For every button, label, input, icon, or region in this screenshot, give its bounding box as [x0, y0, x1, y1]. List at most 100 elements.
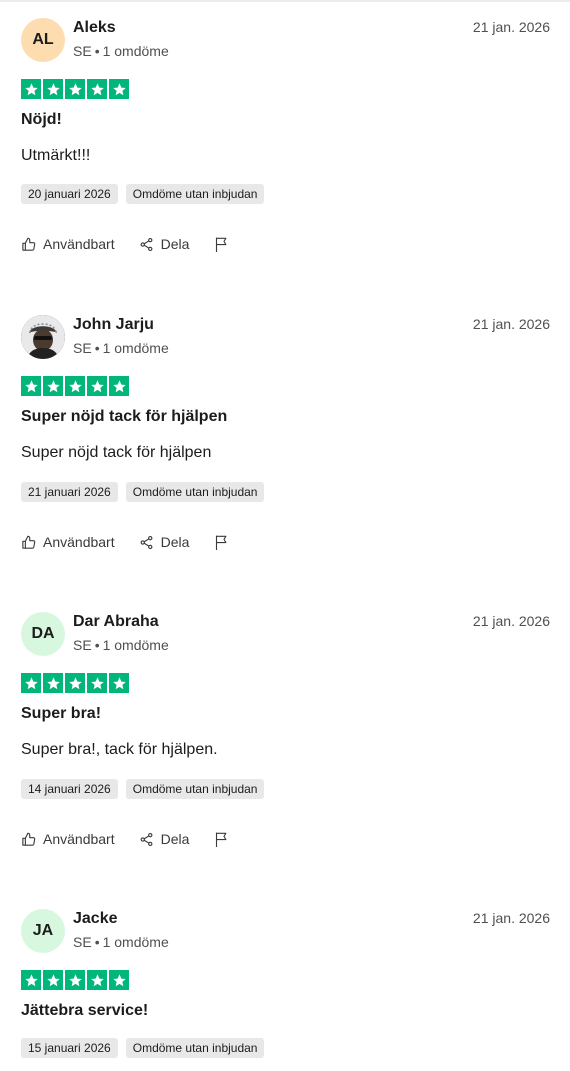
unprompted-review-badge[interactable]: Omdöme utan inbjudan: [125, 779, 265, 799]
meta-separator: •: [94, 637, 100, 653]
star-icon: [109, 970, 129, 990]
star-icon: [21, 970, 41, 990]
star-icon: [43, 79, 63, 99]
review-actions: Användbart Dela: [21, 234, 229, 254]
reviewer-meta: SE • 1 omdöme: [73, 340, 169, 356]
share-button[interactable]: Dela: [139, 534, 190, 550]
top-divider: [0, 0, 570, 2]
thumbs-up-icon: [22, 237, 36, 251]
reviewer-meta: SE • 1 omdöme: [73, 934, 169, 950]
share-label: Dela: [160, 534, 190, 550]
share-icon: [140, 535, 153, 549]
star-icon: [21, 79, 41, 99]
share-label: Dela: [160, 831, 190, 847]
reviewer-review-count: 1 omdöme: [102, 340, 169, 356]
unprompted-review-badge[interactable]: Omdöme utan inbjudan: [125, 184, 265, 204]
flag-icon: [216, 535, 227, 550]
review-actions: Användbart Dela: [21, 829, 229, 849]
meta-separator: •: [94, 934, 100, 950]
star-rating: [21, 673, 129, 693]
review-body: Utmärkt!!!: [21, 147, 91, 164]
share-button[interactable]: Dela: [139, 236, 190, 252]
helpful-label: Användbart: [43, 534, 115, 550]
meta-separator: •: [94, 340, 100, 356]
share-icon: [140, 237, 153, 251]
star-icon: [65, 376, 85, 396]
review-body: Super bra!, tack för hjälpen.: [21, 741, 218, 758]
avatar[interactable]: AL: [21, 18, 65, 62]
reviewer-meta: SE • 1 omdöme: [73, 637, 169, 653]
experience-date-badge: 20 januari 2026: [21, 184, 118, 204]
share-icon: [140, 832, 153, 846]
star-rating: [21, 970, 129, 990]
reviewer-name[interactable]: John Jarju: [73, 316, 154, 334]
star-icon: [43, 376, 63, 396]
review-date: 21 jan. 2026: [472, 613, 550, 629]
avatar[interactable]: [21, 315, 65, 359]
review-title[interactable]: Super bra!: [21, 705, 101, 723]
meta-separator: •: [94, 43, 100, 59]
experience-date-badge: 14 januari 2026: [21, 779, 118, 799]
star-icon: [109, 79, 129, 99]
report-button[interactable]: [214, 534, 229, 551]
reviewer-review-count: 1 omdöme: [102, 637, 169, 653]
review-body: Super nöjd tack för hjälpen: [21, 444, 212, 461]
star-icon: [65, 970, 85, 990]
share-button[interactable]: Dela: [139, 831, 190, 847]
helpful-button[interactable]: Användbart: [21, 831, 115, 847]
helpful-label: Användbart: [43, 831, 115, 847]
reviewer-country: SE: [73, 934, 92, 950]
star-rating: [21, 79, 129, 99]
star-icon: [21, 376, 41, 396]
report-button[interactable]: [214, 831, 229, 848]
reviewer-country: SE: [73, 43, 92, 59]
avatar[interactable]: DA: [21, 612, 65, 656]
thumbs-up-icon: [22, 535, 36, 549]
thumbs-up-icon: [22, 832, 36, 846]
reviewer-meta: SE • 1 omdöme: [73, 43, 169, 59]
share-label: Dela: [160, 236, 190, 252]
reviewer-review-count: 1 omdöme: [102, 43, 169, 59]
review-title[interactable]: Super nöjd tack för hjälpen: [21, 408, 227, 426]
review-title[interactable]: Jättebra service!: [21, 1002, 148, 1020]
star-icon: [65, 79, 85, 99]
reviewer-name[interactable]: Aleks: [73, 19, 116, 37]
reviewer-country: SE: [73, 637, 92, 653]
star-icon: [109, 376, 129, 396]
experience-date-badge: 21 januari 2026: [21, 482, 118, 502]
helpful-button[interactable]: Användbart: [21, 534, 115, 550]
reviewer-review-count: 1 omdöme: [102, 934, 169, 950]
avatar[interactable]: JA: [21, 909, 65, 953]
star-icon: [87, 970, 107, 990]
review-badges: 14 januari 2026 Omdöme utan inbjudan: [21, 779, 265, 799]
review-date: 21 jan. 2026: [472, 316, 550, 332]
unprompted-review-badge[interactable]: Omdöme utan inbjudan: [125, 482, 265, 502]
flag-icon: [216, 237, 227, 252]
review-date: 21 jan. 2026: [472, 19, 550, 35]
reviewer-name[interactable]: Jacke: [73, 910, 118, 928]
review-title[interactable]: Nöjd!: [21, 111, 62, 129]
star-rating: [21, 376, 129, 396]
review-badges: 20 januari 2026 Omdöme utan inbjudan: [21, 184, 265, 204]
star-icon: [43, 673, 63, 693]
unprompted-review-badge[interactable]: Omdöme utan inbjudan: [125, 1038, 265, 1058]
star-icon: [21, 673, 41, 693]
star-icon: [87, 673, 107, 693]
star-icon: [65, 673, 85, 693]
flag-icon: [216, 832, 227, 847]
star-icon: [43, 970, 63, 990]
experience-date-badge: 15 januari 2026: [21, 1038, 118, 1058]
reviewer-name[interactable]: Dar Abraha: [73, 613, 159, 631]
report-button[interactable]: [214, 236, 229, 253]
user-photo-icon: [21, 315, 65, 359]
review-badges: 21 januari 2026 Omdöme utan inbjudan: [21, 482, 265, 502]
review-badges: 15 januari 2026 Omdöme utan inbjudan: [21, 1038, 265, 1058]
review-actions: Användbart Dela: [21, 532, 229, 552]
helpful-button[interactable]: Användbart: [21, 236, 115, 252]
star-icon: [87, 376, 107, 396]
helpful-label: Användbart: [43, 236, 115, 252]
star-icon: [109, 673, 129, 693]
star-icon: [87, 79, 107, 99]
review-date: 21 jan. 2026: [472, 910, 550, 926]
reviewer-country: SE: [73, 340, 92, 356]
